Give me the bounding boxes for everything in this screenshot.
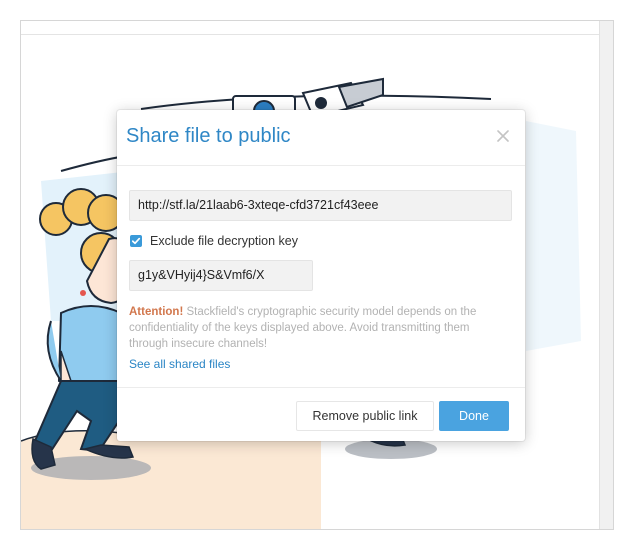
share-file-dialog: Share file to public http://stf.la/21laa… [117,110,525,441]
see-all-shared-files-link[interactable]: See all shared files [129,357,230,371]
checkmark-icon [131,237,141,245]
remove-public-link-button[interactable]: Remove public link [296,401,434,431]
security-warning: Attention! Stackfield's cryptographic se… [129,304,489,352]
close-icon[interactable] [496,129,510,143]
exclude-key-checkbox[interactable] [130,235,142,247]
dialog-title: Share file to public [126,125,291,147]
exclude-key-option[interactable]: Exclude file decryption key [130,233,298,249]
public-url-field[interactable]: http://stf.la/21laab6-3xteqe-cfd3721cf43… [129,190,512,221]
decryption-key-field[interactable]: g1y&VHyij4}S&Vmf6/X [129,260,313,291]
footer-divider [117,387,525,388]
attention-label: Attention! [129,306,184,318]
header-divider [117,165,525,166]
exclude-key-label: Exclude file decryption key [150,234,298,248]
scrollbar[interactable] [599,21,613,529]
done-button[interactable]: Done [439,401,509,431]
